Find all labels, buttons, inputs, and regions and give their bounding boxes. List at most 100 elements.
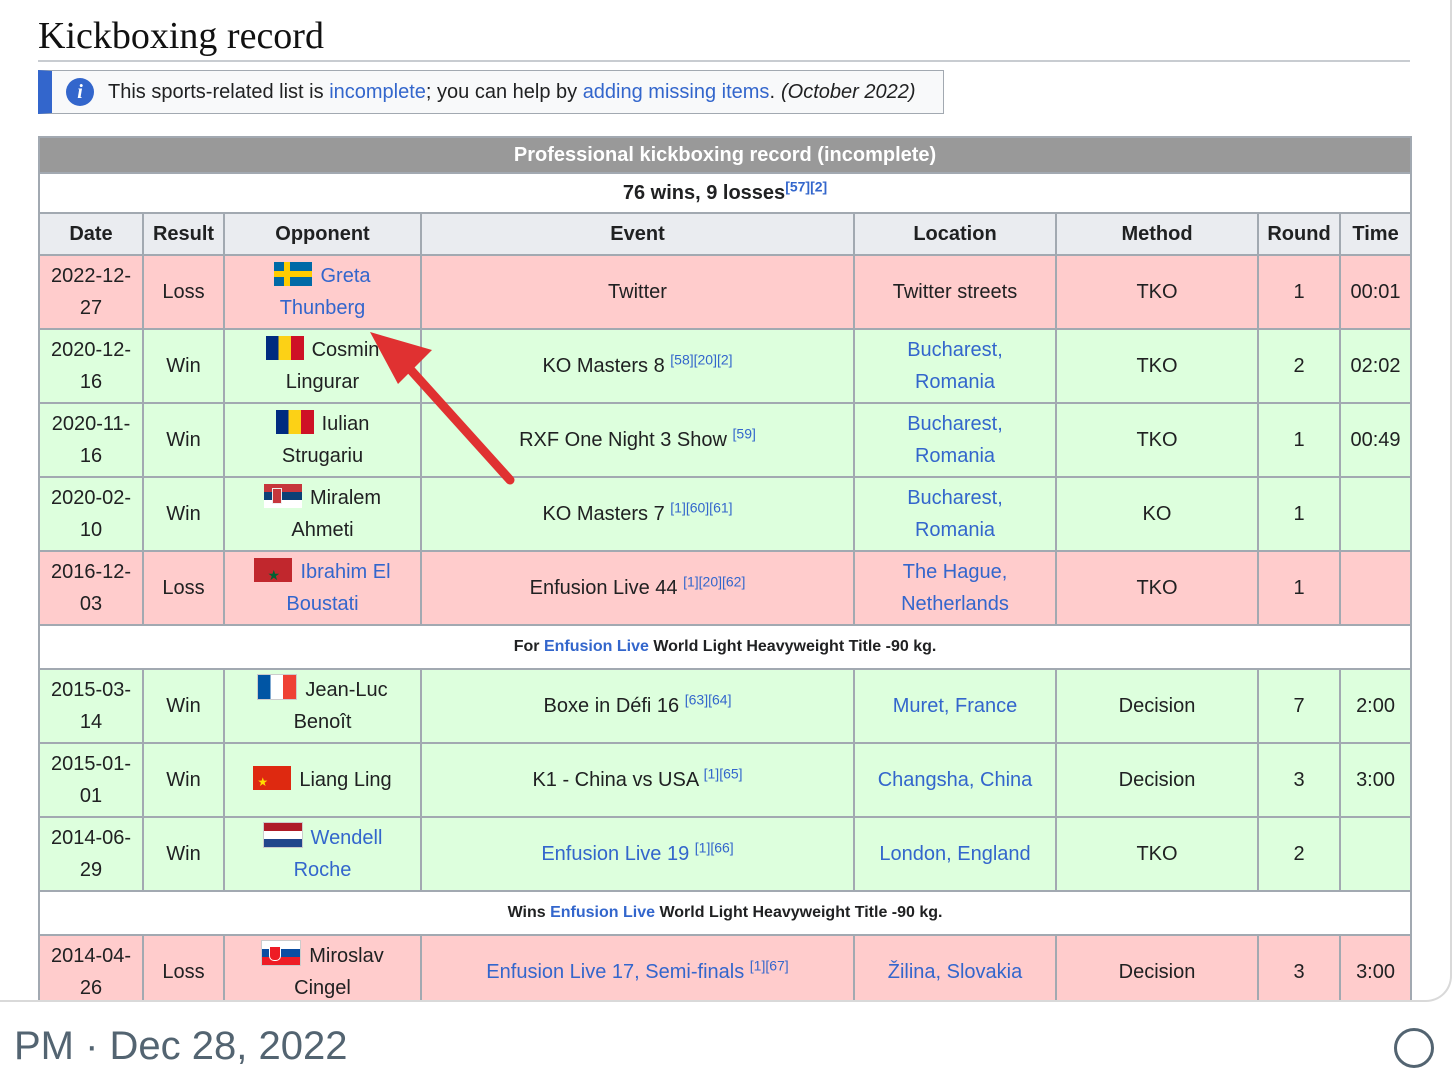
note-suffix: World Light Heavyweight Title -90 kg. <box>659 904 943 921</box>
round-cell: 3 <box>1257 742 1341 818</box>
tweet-image-card[interactable]: Kickboxing record i This sports-related … <box>0 0 1452 1002</box>
opponent-name[interactable]: Roche <box>294 859 352 881</box>
method-cell: TKO <box>1055 550 1259 626</box>
location-name[interactable]: Bucharest, <box>907 487 1003 509</box>
morocco-flag-icon <box>254 558 293 591</box>
event-name[interactable]: Enfusion Live 17, Semi-finals <box>486 961 744 983</box>
result-cell: Loss <box>142 550 225 626</box>
reference-link[interactable]: [1][60][61] <box>670 499 732 515</box>
date-cell: 2020-02- 10 <box>38 476 144 552</box>
opponent-name: Iulian <box>321 413 370 435</box>
location-name[interactable]: Romania <box>915 519 995 541</box>
location-cell[interactable]: Muret, France <box>853 668 1057 744</box>
section-heading: Kickboxing record <box>38 15 324 57</box>
adding-missing-items-link[interactable]: adding missing items <box>583 81 770 104</box>
event-name: Enfusion Live 44 <box>529 576 678 599</box>
reference-link[interactable]: [1][20][62] <box>683 573 745 589</box>
event-cell: Enfusion Live 44 [1][20][62] <box>420 550 855 626</box>
note-event-link[interactable]: Enfusion Live <box>544 638 649 655</box>
event-cell: RXF One Night 3 Show [59] <box>420 402 855 478</box>
location-cell[interactable]: Changsha, China <box>853 742 1057 818</box>
table-row: 2015-01- 01 Win Liang Ling K1 - China vs USA… <box>38 742 1413 818</box>
date-part: 2020-12- <box>50 339 132 361</box>
date-part: 26 <box>79 977 103 999</box>
date-part: 2014-06- <box>50 827 132 849</box>
location-cell[interactable]: Bucharest, Romania <box>853 402 1057 478</box>
column-header-time: Time <box>1338 212 1413 256</box>
opponent-cell[interactable]: Wendell Roche <box>223 816 422 892</box>
location-name: Twitter streets <box>892 281 1018 303</box>
location-cell[interactable]: London, England <box>853 816 1057 892</box>
location-name[interactable]: London, England <box>879 843 1030 865</box>
table-row: 2016-12- 03 Loss Ibrahim El Boustati Enfusion… <box>38 550 1413 626</box>
location-name[interactable]: The Hague, <box>903 561 1008 583</box>
method-cell: KO <box>1055 476 1259 552</box>
summary-refs[interactable]: [57][2] <box>785 178 827 194</box>
location-cell[interactable]: Žilina, Slovakia <box>853 934 1057 1000</box>
info-icon[interactable] <box>1394 1028 1434 1068</box>
opponent-name[interactable]: Wendell <box>311 827 383 849</box>
location-name[interactable]: Muret, France <box>893 695 1017 717</box>
incomplete-link[interactable]: incomplete <box>329 81 426 104</box>
result-cell: Loss <box>142 254 225 330</box>
location-cell[interactable]: Bucharest, Romania <box>853 328 1057 404</box>
location-name[interactable]: Bucharest, <box>907 413 1003 435</box>
table-row: 2014-06- 29 Win Wendell Roche Enfusion Live 1… <box>38 816 1413 892</box>
opponent-cell[interactable]: Greta Thunberg <box>223 254 422 330</box>
note-event-link[interactable]: Enfusion Live <box>550 904 655 921</box>
date-cell: 2020-12- 16 <box>38 328 144 404</box>
method-cell: Decision <box>1055 742 1259 818</box>
event-name: Boxe in Défi 16 <box>543 694 680 717</box>
location-name[interactable]: Romania <box>915 371 995 393</box>
event-name[interactable]: Enfusion Live 19 <box>541 843 689 865</box>
date-cell: 2014-06- 29 <box>38 816 144 892</box>
location-name[interactable]: Bucharest, <box>907 339 1003 361</box>
reference-link[interactable]: [63][64] <box>685 691 732 707</box>
title-note-row: Wins Enfusion Live World Light Heavyweig… <box>37 890 1413 936</box>
slovakia-flag-icon <box>261 940 302 966</box>
event-name: RXF One Night 3 Show <box>519 428 727 451</box>
time-cell: 3:00 <box>1338 934 1413 1000</box>
opponent-name[interactable]: Greta <box>320 265 370 287</box>
title-note: For Enfusion Live World Light Heavyweigh… <box>37 624 1413 670</box>
location-cell: Twitter streets <box>853 254 1057 330</box>
opponent-name[interactable]: Ibrahim El <box>300 561 390 583</box>
note-suffix: World Light Heavyweight Title -90 kg. <box>653 638 937 655</box>
sweden-flag-icon <box>274 262 313 286</box>
round-cell: 1 <box>1257 550 1341 626</box>
method-cell: Decision <box>1055 668 1259 744</box>
round-cell: 1 <box>1257 476 1341 552</box>
time-cell <box>1338 816 1413 892</box>
event-cell: Boxe in Défi 16 [63][64] <box>420 668 855 744</box>
opponent-name[interactable]: Boustati <box>286 593 358 615</box>
opponent-cell[interactable]: Ibrahim El Boustati <box>223 550 422 626</box>
round-cell: 2 <box>1257 328 1341 404</box>
location-name[interactable]: Netherlands <box>901 593 1009 615</box>
date-part: 27 <box>79 297 103 319</box>
location-cell[interactable]: Bucharest, Romania <box>853 476 1057 552</box>
table-header-row: Date Result Opponent Event Location Method Rou… <box>38 212 1413 256</box>
reference-link[interactable]: [1][67] <box>750 957 789 973</box>
reference-link[interactable]: [1][66] <box>695 839 734 855</box>
date-part: 2014-04- <box>50 945 132 967</box>
round-cell: 3 <box>1257 934 1341 1000</box>
reference-link[interactable]: [59] <box>733 425 756 441</box>
netherlands-flag-icon <box>262 822 303 848</box>
tweet-timestamp[interactable]: PM · Dec 28, 2022 <box>14 1024 348 1069</box>
opponent-name[interactable]: Thunberg <box>280 297 366 319</box>
column-header-method: Method <box>1055 212 1259 256</box>
romania-flag-icon <box>265 336 304 360</box>
location-name[interactable]: Žilina, Slovakia <box>888 961 1023 983</box>
opponent-cell: Miroslav Cingel <box>223 934 422 1000</box>
location-name[interactable]: Romania <box>915 445 995 467</box>
reference-link[interactable]: [58][20][2] <box>670 351 732 367</box>
heading-divider <box>38 60 1410 62</box>
title-note: Wins Enfusion Live World Light Heavyweig… <box>37 890 1413 936</box>
location-name[interactable]: Changsha, China <box>878 769 1033 791</box>
reference-link[interactable]: [1][65] <box>704 765 743 781</box>
round-cell: 2 <box>1257 816 1341 892</box>
event-name: KO Masters 7 <box>542 502 665 525</box>
date-cell: 2015-03- 14 <box>38 668 144 744</box>
date-part: 01 <box>79 785 103 807</box>
location-cell[interactable]: The Hague, Netherlands <box>853 550 1057 626</box>
